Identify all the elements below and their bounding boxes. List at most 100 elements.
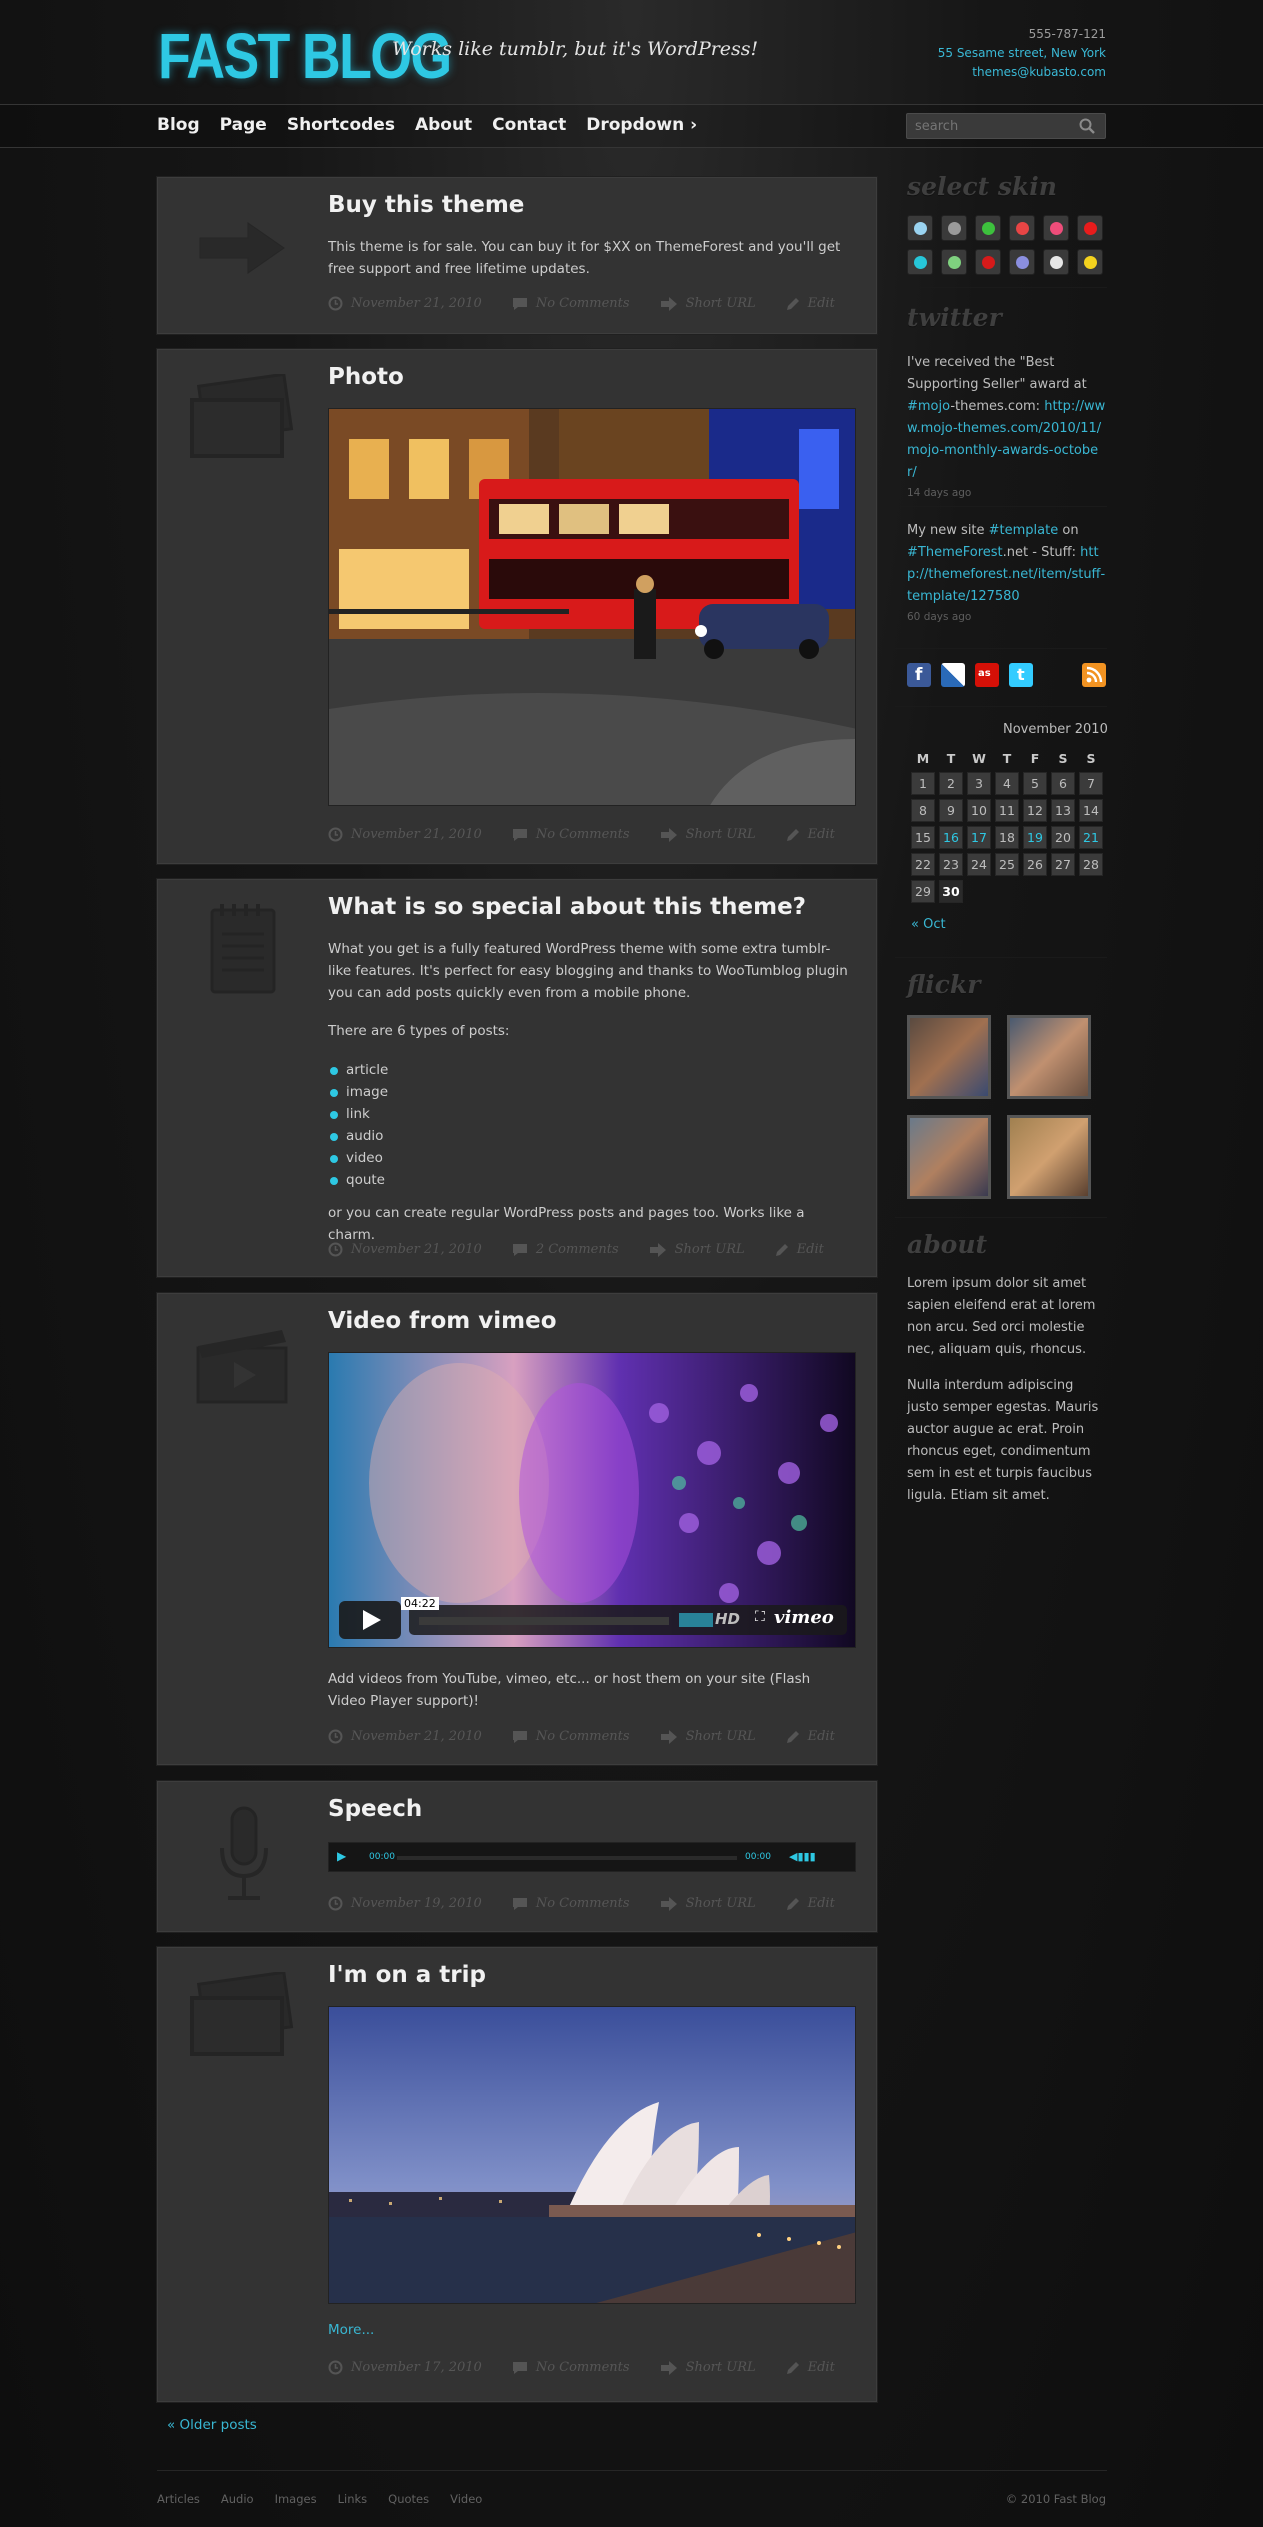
skin-swatch[interactable] bbox=[1077, 215, 1103, 241]
delicious-icon[interactable] bbox=[941, 663, 965, 687]
calendar-day[interactable]: 17 bbox=[967, 826, 991, 849]
play-icon[interactable]: ▶ bbox=[337, 1849, 346, 1863]
hashtag-link[interactable]: #template bbox=[989, 523, 1059, 538]
post-meta: November 17, 2010 No Comments Short URL … bbox=[328, 2360, 865, 2375]
short-url-link[interactable]: Short URL bbox=[660, 296, 756, 311]
skin-swatch[interactable] bbox=[975, 215, 1001, 241]
hashtag-link[interactable]: #mojo bbox=[907, 399, 950, 414]
older-posts-link[interactable]: « Older posts bbox=[167, 2417, 257, 2433]
volume-icon[interactable]: ◀▮▮▮ bbox=[789, 1850, 816, 1863]
calendar-day[interactable]: 21 bbox=[1079, 826, 1103, 849]
comments-link[interactable]: No Comments bbox=[512, 1896, 630, 1911]
post-paragraph: What you get is a fully featured WordPre… bbox=[328, 941, 848, 1001]
main-nav: Blog Page Shortcodes About Contact Dropd… bbox=[157, 113, 717, 137]
nav-item-dropdown[interactable]: Dropdown › bbox=[586, 113, 697, 137]
short-url-link[interactable]: Short URL bbox=[660, 2360, 756, 2375]
post-title[interactable]: Speech bbox=[328, 1796, 422, 1822]
footer-link-images[interactable]: Images bbox=[275, 2492, 317, 2506]
skin-swatch[interactable] bbox=[1043, 249, 1069, 275]
address-link[interactable]: 55 Sesame street, New York bbox=[938, 44, 1106, 63]
calendar-day[interactable]: 19 bbox=[1023, 826, 1047, 849]
search-input[interactable] bbox=[906, 113, 1106, 139]
skin-swatch[interactable] bbox=[907, 215, 933, 241]
nav-item-page[interactable]: Page bbox=[220, 113, 267, 137]
flickr-thumbnail[interactable] bbox=[1007, 1115, 1091, 1199]
edit-link[interactable]: Edit bbox=[775, 1242, 824, 1257]
footer-link-links[interactable]: Links bbox=[338, 2492, 368, 2506]
edit-link[interactable]: Edit bbox=[786, 1896, 835, 1911]
calendar-day: 15 bbox=[911, 826, 935, 849]
comments-link[interactable]: 2 Comments bbox=[512, 1242, 619, 1257]
skin-swatch[interactable] bbox=[1077, 249, 1103, 275]
nav-item-blog[interactable]: Blog bbox=[157, 113, 200, 137]
edit-link[interactable]: Edit bbox=[786, 296, 835, 311]
post-buy-theme: Buy this theme This theme is for sale. Y… bbox=[157, 177, 877, 334]
hd-button[interactable]: HD bbox=[715, 1610, 740, 1628]
footer-link-quotes[interactable]: Quotes bbox=[388, 2492, 429, 2506]
fullscreen-icon[interactable]: ⛶ bbox=[755, 1609, 765, 1625]
flickr-thumbnail[interactable] bbox=[907, 1015, 991, 1099]
audio-player[interactable]: ▶ 00:00 00:00 ◀▮▮▮ bbox=[328, 1842, 856, 1872]
post-date: November 19, 2010 bbox=[328, 1896, 482, 1911]
audio-progress[interactable] bbox=[397, 1856, 737, 1860]
vimeo-logo[interactable]: vimeo bbox=[774, 1607, 834, 1628]
vimeo-player[interactable]: 04:22 HD ⛶ vimeo bbox=[328, 1352, 856, 1648]
london-bus-photo[interactable] bbox=[328, 408, 856, 806]
post-title[interactable]: Video from vimeo bbox=[328, 1308, 557, 1334]
short-url-link[interactable]: Short URL bbox=[660, 827, 756, 842]
calendar-day[interactable]: 16 bbox=[939, 826, 963, 849]
comments-link[interactable]: No Comments bbox=[512, 827, 630, 842]
calendar-weekday: M bbox=[916, 750, 930, 766]
skin-swatch[interactable] bbox=[941, 249, 967, 275]
sydney-opera-photo[interactable] bbox=[328, 2006, 856, 2304]
comments-link[interactable]: No Comments bbox=[512, 296, 630, 311]
post-title[interactable]: What is so special about this theme? bbox=[328, 894, 806, 920]
flickr-thumbnail[interactable] bbox=[907, 1115, 991, 1199]
clock-icon bbox=[328, 1896, 343, 1911]
footer-divider bbox=[157, 2470, 1107, 2471]
search-icon[interactable] bbox=[1078, 117, 1096, 135]
footer-link-audio[interactable]: Audio bbox=[221, 2492, 254, 2506]
nav-item-contact[interactable]: Contact bbox=[492, 113, 566, 137]
facebook-icon[interactable]: f bbox=[907, 663, 931, 687]
footer-link-articles[interactable]: Articles bbox=[157, 2492, 200, 2506]
email-link[interactable]: themes@kubasto.com bbox=[938, 63, 1106, 82]
lastfm-icon[interactable]: as bbox=[975, 663, 999, 687]
nav-item-about[interactable]: About bbox=[415, 113, 472, 137]
short-url-link[interactable]: Short URL bbox=[649, 1242, 745, 1257]
skin-swatch[interactable] bbox=[1009, 249, 1035, 275]
calendar-weekday: T bbox=[1002, 750, 1012, 766]
post-date: November 21, 2010 bbox=[328, 827, 482, 842]
share-arrow-icon bbox=[660, 827, 677, 842]
calendar-day bbox=[967, 880, 991, 903]
twitter-icon[interactable]: t bbox=[1009, 663, 1033, 687]
more-link[interactable]: More... bbox=[328, 2322, 374, 2338]
comment-icon bbox=[512, 1243, 527, 1256]
edit-link[interactable]: Edit bbox=[786, 2360, 835, 2375]
calendar-prev-link[interactable]: « Oct bbox=[911, 917, 946, 932]
hashtag-link[interactable]: #ThemeForest bbox=[907, 545, 1003, 560]
rss-icon[interactable] bbox=[1082, 663, 1106, 687]
comments-link[interactable]: No Comments bbox=[512, 2360, 630, 2375]
skin-swatch[interactable] bbox=[941, 215, 967, 241]
divider bbox=[895, 1217, 1107, 1218]
photo-icon bbox=[190, 374, 294, 458]
skin-swatch[interactable] bbox=[1009, 215, 1035, 241]
short-url-link[interactable]: Short URL bbox=[660, 1729, 756, 1744]
nav-item-shortcodes[interactable]: Shortcodes bbox=[287, 113, 395, 137]
post-title[interactable]: Buy this theme bbox=[328, 192, 524, 218]
post-title[interactable]: I'm on a trip bbox=[328, 1962, 486, 1988]
post-date: November 17, 2010 bbox=[328, 2360, 482, 2375]
calendar: MTWTFSS 1 2 3 4 5 6 7 8 9 10 11 12 13 14 15 16 17 18 19 20 2… bbox=[907, 744, 1107, 907]
flickr-thumbnail[interactable] bbox=[1007, 1015, 1091, 1099]
skin-swatch[interactable] bbox=[907, 249, 933, 275]
skin-swatch[interactable] bbox=[975, 249, 1001, 275]
calendar-day: 13 bbox=[1051, 799, 1075, 822]
skin-swatch[interactable] bbox=[1043, 215, 1069, 241]
post-title[interactable]: Photo bbox=[328, 364, 404, 390]
edit-link[interactable]: Edit bbox=[786, 1729, 835, 1744]
edit-link[interactable]: Edit bbox=[786, 827, 835, 842]
short-url-link[interactable]: Short URL bbox=[660, 1896, 756, 1911]
footer-link-video[interactable]: Video bbox=[450, 2492, 482, 2506]
comments-link[interactable]: No Comments bbox=[512, 1729, 630, 1744]
